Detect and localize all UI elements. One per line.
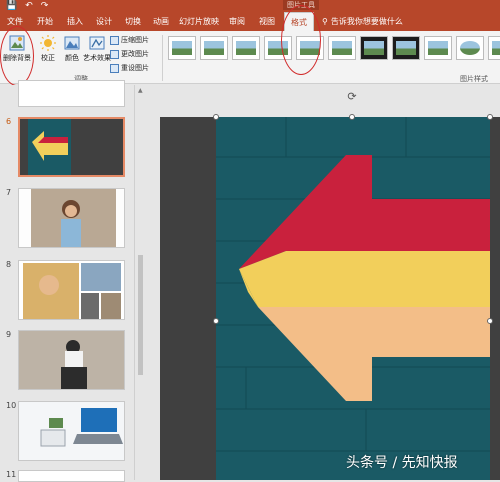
tab-review[interactable]: 审阅 xyxy=(226,12,248,31)
slide-number: 6 xyxy=(6,117,12,126)
slide-number: 9 xyxy=(6,330,12,339)
change-picture-button[interactable]: 更改图片 xyxy=(110,48,149,60)
picture-style-6[interactable] xyxy=(328,36,356,60)
tab-slideshow[interactable]: 幻灯片放映 xyxy=(178,12,220,31)
slide-thumbnail-9[interactable] xyxy=(18,330,125,390)
change-picture-icon xyxy=(110,49,119,59)
tab-insert[interactable]: 插入 xyxy=(64,12,86,31)
title-bar: 💾 ↶ ↷ 图片工具 xyxy=(0,0,500,12)
arrow-wall-photo xyxy=(216,117,490,480)
tell-me-search[interactable]: ⚲ 告诉我你想要做什么 xyxy=(322,12,403,31)
change-picture-label: 更改图片 xyxy=(121,50,149,58)
resize-handle-left[interactable] xyxy=(213,318,219,324)
reset-picture-button[interactable]: 重设图片 xyxy=(110,62,149,74)
tab-view[interactable]: 视图 xyxy=(256,12,278,31)
slide-9-preview xyxy=(19,331,124,389)
rotate-handle-icon[interactable]: ⟳ xyxy=(346,91,358,103)
color-label: 颜色 xyxy=(65,54,79,62)
redo-icon[interactable]: ↷ xyxy=(41,1,49,11)
color-icon xyxy=(64,36,80,50)
slide-thumbnail-7[interactable] xyxy=(18,188,125,248)
reset-picture-label: 重设图片 xyxy=(121,64,149,72)
tab-design[interactable]: 设计 xyxy=(93,12,115,31)
slide-number: 11 xyxy=(6,470,17,479)
reset-picture-icon xyxy=(110,63,119,73)
picture-style-7[interactable] xyxy=(360,36,388,60)
search-icon: ⚲ xyxy=(322,17,328,26)
ribbon-tabs: 文件 开始 插入 设计 切换 动画 幻灯片放映 审阅 视图 格式 ⚲ 告诉我你想… xyxy=(0,12,500,31)
sun-icon xyxy=(40,35,56,51)
picture-style-2[interactable] xyxy=(200,36,228,60)
slide-thumbnail-8[interactable] xyxy=(18,260,125,320)
search-placeholder: 告诉我你想要做什么 xyxy=(330,17,403,26)
ribbon-format: 删除背景 校正 颜色 艺术效果 压缩图片 更改图片 重设图片 调整 图片样式 xyxy=(0,31,500,84)
resize-handle-top-left[interactable] xyxy=(213,114,219,120)
selected-picture[interactable] xyxy=(216,117,490,480)
resize-handle-top-right[interactable] xyxy=(487,114,493,120)
slide-number: 8 xyxy=(6,260,12,269)
compress-label: 压缩图片 xyxy=(121,36,149,44)
resize-handle-top[interactable] xyxy=(349,114,355,120)
tab-animations[interactable]: 动画 xyxy=(150,12,172,31)
slide-thumbnail-panel: 6 7 8 9 10 11 xyxy=(0,80,135,482)
resize-handle-right[interactable] xyxy=(487,318,493,324)
slide-number: 10 xyxy=(6,401,17,410)
picture-small-buttons: 压缩图片 更改图片 重设图片 xyxy=(110,34,149,74)
scroll-up-icon[interactable]: ▲ xyxy=(138,87,143,94)
group-divider xyxy=(162,35,163,81)
artistic-effects-icon xyxy=(89,36,105,50)
tab-home[interactable]: 开始 xyxy=(34,12,56,31)
highlight-circle-format-tab xyxy=(281,5,321,75)
corrections-button[interactable]: 校正 xyxy=(36,35,60,63)
slide-8-preview xyxy=(19,261,124,319)
slide-thumbnail-11[interactable] xyxy=(18,470,125,482)
picture-style-3[interactable] xyxy=(232,36,260,60)
thumbnail-scrollbar[interactable]: ▲ xyxy=(135,85,146,480)
artistic-effects-button[interactable]: 艺术效果 xyxy=(82,35,112,63)
picture-style-8[interactable] xyxy=(392,36,420,60)
watermark: 头条号 / 先知快报 xyxy=(346,455,458,471)
save-icon[interactable]: 💾 xyxy=(6,1,17,11)
color-button[interactable]: 颜色 xyxy=(60,35,84,63)
tab-transitions[interactable]: 切换 xyxy=(122,12,144,31)
slide-number: 7 xyxy=(6,188,12,197)
undo-icon[interactable]: ↶ xyxy=(25,1,33,11)
artistic-effects-label: 艺术效果 xyxy=(83,54,111,62)
picture-styles-gallery xyxy=(168,36,500,60)
scroll-thumb[interactable] xyxy=(138,255,143,375)
corrections-label: 校正 xyxy=(41,54,55,62)
slide-7-preview xyxy=(19,189,124,247)
slide-thumbnail-6[interactable] xyxy=(18,117,125,177)
slide-10-preview xyxy=(19,402,124,460)
compress-pictures-button[interactable]: 压缩图片 xyxy=(110,34,149,46)
picture-style-9[interactable] xyxy=(424,36,452,60)
slide-thumbnail-5[interactable] xyxy=(18,80,125,107)
compress-icon xyxy=(110,35,119,45)
picture-style-10[interactable] xyxy=(456,36,484,60)
picture-styles-group-label: 图片样式 xyxy=(460,75,488,83)
picture-style-1[interactable] xyxy=(168,36,196,60)
slide-6-preview xyxy=(20,119,123,175)
picture-style-11[interactable] xyxy=(488,36,500,60)
quick-access-toolbar: 💾 ↶ ↷ xyxy=(6,0,48,12)
slide-thumbnail-10[interactable] xyxy=(18,401,125,461)
highlight-circle-remove-bg xyxy=(0,26,34,86)
